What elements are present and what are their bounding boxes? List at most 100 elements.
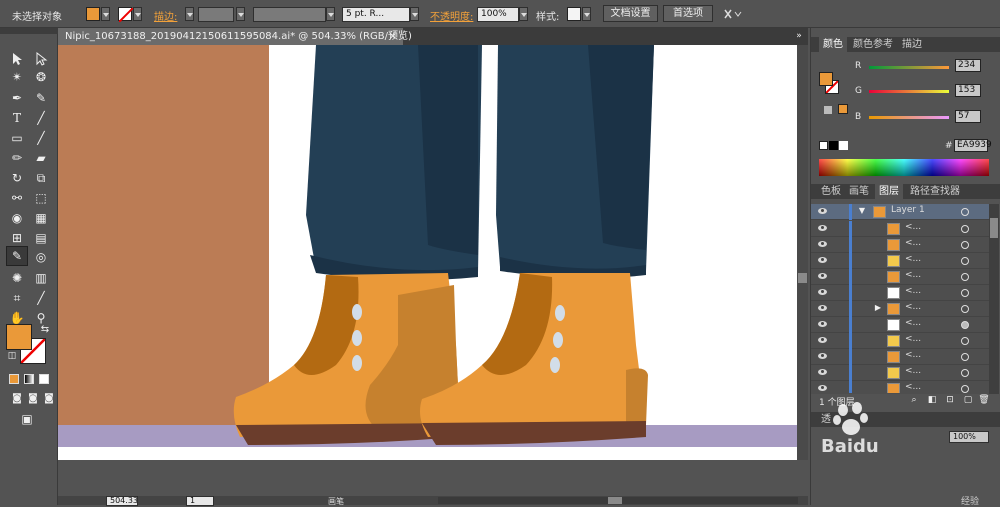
sublayer-row[interactable]: <... — [811, 285, 989, 301]
sublayer-row[interactable]: <... — [811, 365, 989, 381]
opacity-dropdown[interactable] — [519, 7, 528, 21]
line-tool-icon[interactable]: ╱ — [32, 109, 50, 127]
stroke-weight-dropdown[interactable] — [236, 7, 245, 21]
draw-inside-icon[interactable]: ◙ — [40, 390, 58, 408]
horizontal-scroll-thumb[interactable] — [608, 497, 622, 504]
scale-tool-icon[interactable]: ⧉ — [32, 169, 50, 187]
direct-selection-tool-icon[interactable] — [34, 52, 48, 66]
visibility-eye-icon[interactable] — [818, 369, 827, 375]
sublayer-target-icon[interactable] — [961, 305, 969, 313]
document-tab[interactable]: Nipic_10673188_20190412150611595084.ai* … — [58, 28, 412, 45]
fill-dropdown[interactable] — [101, 7, 110, 21]
gradient-mode-icon[interactable] — [24, 374, 34, 384]
white-swatch[interactable] — [839, 141, 848, 150]
rectangle-tool-icon[interactable]: ▭ — [8, 129, 26, 147]
expand-triangle-icon[interactable]: ▼ — [853, 204, 871, 220]
screen-mode-icon[interactable]: ▣ — [18, 410, 36, 428]
symbol-sprayer-tool-icon[interactable]: ✺ — [8, 269, 26, 287]
horizontal-scrollbar[interactable] — [438, 497, 798, 504]
tab-color-guide[interactable]: 颜色参考 — [849, 37, 897, 52]
gradient-tool-icon[interactable]: ▤ — [32, 229, 50, 247]
opacity-field[interactable]: 100% — [477, 7, 519, 22]
curvature-tool-icon[interactable]: ✎ — [32, 89, 50, 107]
visibility-eye-icon[interactable] — [818, 225, 827, 231]
stroke-swatch[interactable] — [118, 7, 134, 23]
brush-dropdown[interactable] — [410, 7, 419, 21]
stroke-dropdown[interactable] — [133, 7, 142, 21]
red-value-field[interactable]: 234 — [955, 59, 981, 72]
blue-value-field[interactable]: 57 — [955, 110, 981, 123]
sublayer-row[interactable]: <... — [811, 333, 989, 349]
sublayer-target-icon[interactable] — [961, 273, 969, 281]
eraser-tool-icon[interactable]: ▰ — [32, 149, 50, 167]
type-tool-icon[interactable]: T — [8, 109, 26, 127]
visibility-eye-icon[interactable] — [818, 337, 827, 343]
sublayer-target-icon[interactable] — [961, 369, 969, 377]
rotate-tool-icon[interactable]: ↻ — [8, 169, 26, 187]
vertical-scrollbar[interactable] — [797, 45, 808, 460]
sublayer-target-icon[interactable] — [961, 353, 969, 361]
visibility-eye-icon[interactable] — [818, 208, 827, 214]
mesh-tool-icon[interactable]: ⊞ — [8, 229, 26, 247]
slice-tool-icon[interactable]: ╱ — [32, 289, 50, 307]
blue-slider[interactable] — [869, 116, 949, 119]
tab-overflow-icon[interactable]: » — [790, 27, 808, 45]
default-colors-icon[interactable]: ◫ — [3, 347, 21, 365]
expand-triangle-icon[interactable]: ▶ — [869, 299, 887, 317]
sublayer-row[interactable]: <... — [811, 237, 989, 253]
sublayer-row[interactable]: <... — [811, 317, 989, 333]
tab-pathfinder[interactable]: 路径查找器 — [906, 184, 964, 199]
none-color-swatch[interactable] — [819, 141, 828, 150]
pencil-tool-icon[interactable]: ✏ — [8, 149, 26, 167]
visibility-eye-icon[interactable] — [818, 353, 827, 359]
visibility-eye-icon[interactable] — [818, 305, 827, 311]
blend-tool-icon[interactable]: ◎ — [32, 248, 50, 266]
opacity-label[interactable]: 不透明度: — [430, 8, 473, 23]
shape-builder-tool-icon[interactable]: ◉ — [8, 209, 26, 227]
variable-width-field[interactable] — [253, 7, 326, 22]
visibility-eye-icon[interactable] — [818, 257, 827, 263]
toolbar-header[interactable] — [0, 28, 58, 34]
eyedropper-tool-active[interactable]: ✎ — [6, 246, 28, 266]
sublayer-row[interactable]: <... — [811, 253, 989, 269]
preferences-button[interactable]: 首选项 — [663, 5, 713, 22]
tab-color[interactable]: 颜色 — [819, 37, 847, 52]
arrange-documents-icon[interactable] — [722, 7, 748, 21]
sublayer-target-icon[interactable] — [961, 257, 969, 265]
sublayer-target-icon[interactable] — [961, 289, 969, 297]
layers-scrollbar[interactable] — [989, 204, 999, 394]
color-panel-fill-front[interactable] — [819, 72, 833, 86]
layer-row-layer1[interactable]: ▼ Layer 1 — [811, 204, 989, 220]
out-of-web-icon[interactable] — [824, 106, 832, 114]
tab-layers[interactable]: 图层 — [875, 184, 903, 199]
stroke-label[interactable]: 描边: — [154, 8, 177, 23]
brush-definition-field[interactable]: 5 pt. R... — [342, 7, 410, 22]
sublayer-row[interactable]: ▶ <... — [811, 301, 989, 317]
visibility-eye-icon[interactable] — [818, 321, 827, 327]
column-graph-tool-icon[interactable]: ▥ — [32, 269, 50, 287]
layer-target-icon[interactable] — [961, 208, 969, 216]
lasso-tool-icon[interactable]: ❂ — [32, 68, 50, 86]
swap-fill-stroke-icon[interactable]: ⇆ — [36, 321, 54, 339]
sublayer-target-icon[interactable] — [961, 241, 969, 249]
perspective-grid-tool-icon[interactable]: ▦ — [32, 209, 50, 227]
artboard-tool-icon[interactable]: ⌗ — [8, 289, 26, 307]
color-mode-icon[interactable] — [9, 374, 19, 384]
magic-wand-tool-icon[interactable]: ✴ — [8, 68, 26, 86]
sublayer-row[interactable]: <... — [811, 221, 989, 237]
web-safe-swatch[interactable] — [838, 104, 848, 114]
stroke-weight-stepper[interactable] — [185, 7, 194, 21]
green-slider[interactable] — [869, 90, 949, 93]
vertical-scroll-thumb[interactable] — [798, 273, 807, 283]
visibility-eye-icon[interactable] — [818, 241, 827, 247]
free-transform-tool-icon[interactable]: ⬚ — [32, 189, 50, 207]
document-setup-button[interactable]: 文档设置 — [603, 5, 658, 22]
close-document-icon[interactable]: × — [389, 28, 397, 45]
visibility-eye-icon[interactable] — [818, 289, 827, 295]
artboard-canvas[interactable] — [58, 45, 797, 460]
sublayer-target-icon[interactable] — [961, 337, 969, 345]
layers-scroll-thumb[interactable] — [990, 218, 998, 238]
sublayer-target-icon[interactable] — [961, 321, 969, 329]
sublayer-target-icon[interactable] — [961, 225, 969, 233]
tab-stroke[interactable]: 描边 — [898, 37, 926, 52]
